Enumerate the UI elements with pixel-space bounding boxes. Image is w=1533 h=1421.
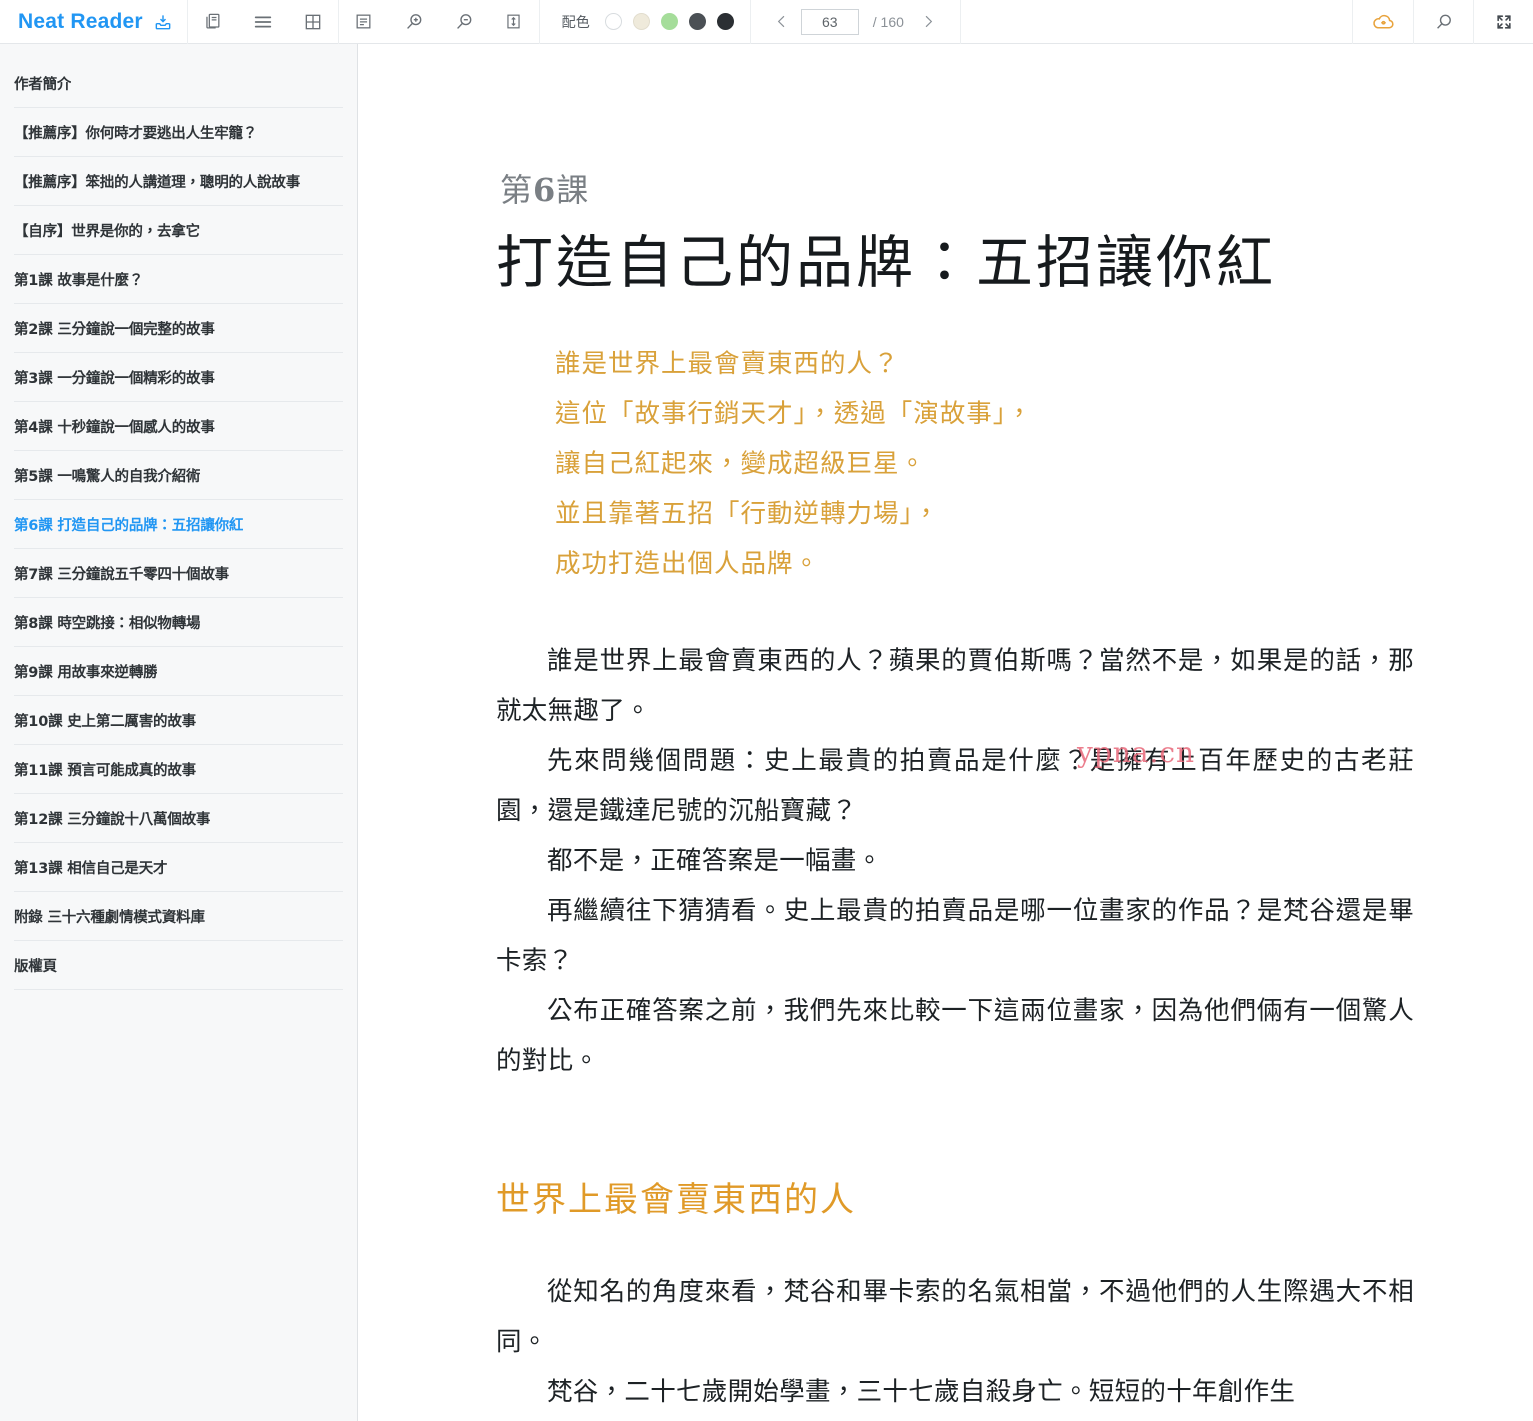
page-number-input[interactable] xyxy=(800,8,859,35)
lead-quote-block: 誰是世界上最會賣東西的人？ 這位「故事行銷天才」，透過「演故事」， 讓自己紅起來… xyxy=(555,339,1405,589)
chapter-label-suffix: 課 xyxy=(556,171,590,209)
toc-item-label: 第6課 打造自己的品牌：五招讓你紅 xyxy=(14,518,244,534)
cloud-sync-icon[interactable] xyxy=(1353,0,1413,44)
chapter-label-prefix: 第 xyxy=(500,171,534,209)
sidebar-item-1[interactable]: 【推薦序】你何時才要逃出人生牢籠？ xyxy=(0,108,357,157)
zoom-in-icon[interactable] xyxy=(389,0,439,44)
single-column-icon[interactable] xyxy=(238,0,288,44)
sidebar-item-6[interactable]: 第3課 一分鐘說一個精彩的故事 xyxy=(0,353,357,402)
library-copy-icon[interactable] xyxy=(188,0,238,44)
app-brand-name: Neat Reader xyxy=(18,9,143,33)
paragraph: 誰是世界上最會賣東西的人？蘋果的賈伯斯嗎？當然不是，如果是的話，那就太無趣了。 xyxy=(496,646,1414,726)
app-toolbar: Neat Reader 配色 63 / 160 xyxy=(0,0,1533,44)
toc-item-label: 第3課 一分鐘說一個精彩的故事 xyxy=(14,371,215,387)
brand-area: Neat Reader xyxy=(0,0,188,44)
swatch-green[interactable] xyxy=(660,13,678,30)
chevron-right-icon[interactable] xyxy=(912,0,946,44)
paragraph: 梵谷，二十七歲開始學畫，三十七歲自殺身亡。短短的十年創作生 xyxy=(547,1377,1296,1407)
toc-item-label: 第2課 三分鐘說一個完整的故事 xyxy=(14,322,215,338)
body-text-after-heading: 從知名的角度來看，梵谷和畢卡索的名氣相當，不過他們的人生際遇大不相同。 梵谷，二… xyxy=(496,1267,1414,1417)
page-total-label: / 160 xyxy=(872,13,904,30)
toc-item-label: 第5課 一鳴驚人的自我介紹術 xyxy=(14,469,201,485)
section-heading: 世界上最會賣東西的人 xyxy=(496,1180,856,1220)
toc-item-label: 第1課 故事是什麼？ xyxy=(14,273,144,289)
toc-sidebar[interactable]: 作者簡介 【推薦序】你何時才要逃出人生牢籠？ 【推薦序】笨拙的人講道理，聰明的人… xyxy=(0,44,358,1421)
toc-item-label: 第13課 相信自己是天才 xyxy=(14,861,168,877)
chapter-label-number: 6 xyxy=(533,171,557,209)
body-text-before-heading: 誰是世界上最會賣東西的人？蘋果的賈伯斯嗎？當然不是，如果是的話，那就太無趣了。 … xyxy=(496,636,1414,1086)
lead-line-1: 這位「故事行銷天才」，透過「演故事」， xyxy=(555,399,1034,429)
sidebar-item-9[interactable]: 第6課 打造自己的品牌：五招讓你紅 xyxy=(0,500,357,549)
fullscreen-icon[interactable] xyxy=(1473,0,1533,44)
lead-line-4: 成功打造出個人品牌。 xyxy=(555,549,821,579)
swatch-gray[interactable] xyxy=(688,13,706,30)
double-column-icon[interactable] xyxy=(288,0,338,44)
paragraph: 公布正確答案之前，我們先來比較一下這兩位畫家，因為他們倆有一個驚人的對比。 xyxy=(496,996,1414,1076)
sidebar-item-17[interactable]: 附錄 三十六種劇情模式資料庫 xyxy=(0,892,357,941)
toc-item-label: 【自序】世界是你的，去拿它 xyxy=(14,224,200,240)
paragraph: 先來問幾個問題：史上最貴的拍賣品是什麼？是擁有上百年歷史的古老莊園，還是鐵達尼號… xyxy=(496,746,1414,826)
chapter-label: 第6課 xyxy=(500,165,589,211)
view-tools-group xyxy=(188,0,339,44)
sidebar-item-3[interactable]: 【自序】世界是你的，去拿它 xyxy=(0,206,357,255)
sidebar-item-0[interactable]: 作者簡介 xyxy=(0,44,357,108)
paragraph: 再繼續往下猜猜看。史上最貴的拍賣品是哪一位畫家的作品？是梵谷還是畢卡索？ xyxy=(496,896,1414,976)
lead-line-2: 讓自己紅起來，變成超級巨星。 xyxy=(555,449,927,479)
sidebar-item-4[interactable]: 第1課 故事是什麼？ xyxy=(0,255,357,304)
toc-item-label: 第11課 預言可能成真的故事 xyxy=(14,763,196,779)
palette-label: 配色 xyxy=(561,13,590,30)
lead-line-0: 誰是世界上最會賣東西的人？ xyxy=(555,349,900,379)
sidebar-item-15[interactable]: 第12課 三分鐘說十八萬個故事 xyxy=(0,794,357,843)
toc-item-label: 第4課 十秒鐘說一個感人的故事 xyxy=(14,420,215,436)
sidebar-item-8[interactable]: 第5課 一鳴驚人的自我介紹術 xyxy=(0,451,357,500)
sidebar-item-2[interactable]: 【推薦序】笨拙的人講道理，聰明的人說故事 xyxy=(0,157,357,206)
toc-item-label: 版權頁 xyxy=(14,959,57,975)
import-tray-icon[interactable] xyxy=(153,12,173,32)
toolbar-right-group xyxy=(1352,0,1533,44)
sidebar-item-5[interactable]: 第2課 三分鐘說一個完整的故事 xyxy=(0,304,357,353)
toc-item-label: 第7課 三分鐘說五千零四十個故事 xyxy=(14,567,229,583)
sidebar-item-13[interactable]: 第10課 史上第二厲害的故事 xyxy=(0,696,357,745)
sidebar-item-7[interactable]: 第4課 十秒鐘說一個感人的故事 xyxy=(0,402,357,451)
toc-item-label: 第9課 用故事來逆轉勝 xyxy=(14,665,158,681)
search-icon[interactable] xyxy=(1413,0,1473,44)
toc-item-label: 附錄 三十六種劇情模式資料庫 xyxy=(14,910,205,926)
sidebar-item-10[interactable]: 第7課 三分鐘說五千零四十個故事 xyxy=(0,549,357,598)
toc-item-label: 第12課 三分鐘說十八萬個故事 xyxy=(14,812,211,828)
page-navigation: / 160 xyxy=(751,0,961,44)
toc-item-label: 【推薦序】笨拙的人講道理，聰明的人說故事 xyxy=(14,175,300,191)
text-zoom-group xyxy=(339,0,540,44)
lead-line-3: 並且靠著五招「行動逆轉力場」， xyxy=(555,499,940,529)
sidebar-item-12[interactable]: 第9課 用故事來逆轉勝 xyxy=(0,647,357,696)
zoom-out-icon[interactable] xyxy=(439,0,489,44)
swatch-cream[interactable] xyxy=(632,13,650,30)
swatch-white[interactable] xyxy=(604,13,622,30)
line-height-icon[interactable] xyxy=(489,0,539,44)
sidebar-item-14[interactable]: 第11課 預言可能成真的故事 xyxy=(0,745,357,794)
text-settings-icon[interactable] xyxy=(339,0,389,44)
swatch-black[interactable] xyxy=(716,13,734,30)
chevron-left-icon[interactable] xyxy=(765,0,799,44)
page-title: 打造自己的品牌：五招讓你紅 xyxy=(496,230,1276,296)
reader-content[interactable]: 第6課 打造自己的品牌：五招讓你紅 誰是世界上最會賣東西的人？ 這位「故事行銷天… xyxy=(359,44,1533,1421)
toc-item-label: 第10課 史上第二厲害的故事 xyxy=(14,714,196,730)
toc-list: 作者簡介 【推薦序】你何時才要逃出人生牢籠？ 【推薦序】笨拙的人講道理，聰明的人… xyxy=(0,44,357,990)
toc-item-label: 【推薦序】你何時才要逃出人生牢籠？ xyxy=(14,126,258,142)
paragraph: 都不是，正確答案是一幅畫。 xyxy=(547,846,883,876)
sidebar-item-11[interactable]: 第8課 時空跳接：相似物轉場 xyxy=(0,598,357,647)
color-theme-group: 配色 xyxy=(540,0,751,44)
sidebar-item-16[interactable]: 第13課 相信自己是天才 xyxy=(0,843,357,892)
toc-item-label: 第8課 時空跳接：相似物轉場 xyxy=(14,616,201,632)
paragraph: 從知名的角度來看，梵谷和畢卡索的名氣相當，不過他們的人生際遇大不相同。 xyxy=(496,1277,1414,1357)
toc-item-label: 作者簡介 xyxy=(14,77,72,93)
sidebar-item-18[interactable]: 版權頁 xyxy=(0,941,357,990)
